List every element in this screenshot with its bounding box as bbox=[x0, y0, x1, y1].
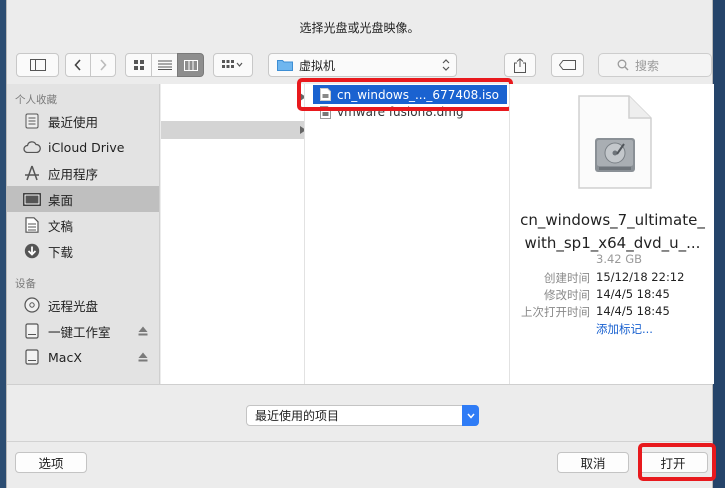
location-label: 虚拟机 bbox=[299, 58, 336, 73]
modified-value: 14/4/5 18:45 bbox=[596, 287, 670, 301]
sidebar-item-icloud[interactable]: iCloud Drive bbox=[7, 134, 159, 160]
divider bbox=[7, 384, 712, 385]
forward-button[interactable] bbox=[90, 53, 116, 77]
search-icon bbox=[617, 59, 629, 71]
created-label: 创建时间 bbox=[544, 271, 590, 285]
tag-icon bbox=[559, 60, 576, 70]
share-icon bbox=[514, 57, 526, 73]
list-view-button[interactable] bbox=[151, 53, 178, 77]
cloud-icon bbox=[23, 141, 41, 153]
sidebar-section-favorites: 个人收藏 bbox=[15, 94, 57, 106]
last-opened-label: 上次打开时间 bbox=[521, 305, 590, 319]
file-type-popup[interactable]: 最近使用的项目 bbox=[246, 405, 479, 426]
list-item[interactable] bbox=[161, 88, 304, 106]
sidebar-item-recents[interactable]: 最近使用 bbox=[7, 108, 159, 134]
folder-icon bbox=[277, 60, 293, 71]
sidebar-item-applications[interactable]: 应用程序 bbox=[7, 160, 159, 186]
open-file-dialog: 选择光盘或光盘映像。 虚拟机 搜索 个人收藏 最近使用 iCloud Drive… bbox=[6, 0, 716, 488]
location-popup[interactable]: 虚拟机 bbox=[268, 53, 457, 77]
sidebar-item-desktop[interactable]: 桌面 bbox=[7, 186, 159, 212]
download-icon bbox=[24, 243, 40, 259]
grid-icon bbox=[133, 60, 144, 70]
last-opened-value: 14/4/5 18:45 bbox=[596, 304, 670, 318]
sidebar-item-label: 下载 bbox=[48, 244, 74, 260]
chevron-down-icon bbox=[466, 413, 475, 419]
sidebar-item-downloads[interactable]: 下载 bbox=[7, 238, 159, 264]
disc-icon bbox=[24, 297, 40, 313]
recents-icon bbox=[25, 113, 39, 129]
back-button[interactable] bbox=[65, 53, 91, 77]
popup-stepper bbox=[462, 405, 479, 426]
column-view-button[interactable] bbox=[177, 53, 204, 77]
preview-pane: cn_windows_7_ultimate_ with_sp1_x64_dvd_… bbox=[509, 84, 714, 384]
options-button[interactable]: 选项 bbox=[15, 452, 87, 473]
file-type-label: 最近使用的项目 bbox=[255, 409, 340, 423]
tag-button[interactable] bbox=[551, 53, 584, 77]
chevron-left-icon bbox=[74, 59, 81, 71]
sidebar-toggle-button[interactable] bbox=[16, 53, 59, 77]
modified-label: 修改时间 bbox=[544, 288, 590, 302]
sidebar-item-label: MacX bbox=[48, 349, 82, 365]
sidebar-item-label: 一键工作室 bbox=[48, 324, 111, 340]
add-tags-link[interactable]: 添加标记... bbox=[596, 321, 653, 337]
disk-image-preview-icon bbox=[578, 95, 652, 189]
group-icon bbox=[222, 60, 243, 68]
icon-view-button[interactable] bbox=[125, 53, 152, 77]
sidebar-item-studio-drive[interactable]: 一键工作室 bbox=[7, 318, 159, 344]
drive-icon bbox=[25, 323, 39, 339]
cancel-button[interactable]: 取消 bbox=[557, 452, 629, 473]
search-placeholder: 搜索 bbox=[635, 58, 660, 73]
sidebar-item-macx[interactable]: MacX bbox=[7, 344, 159, 370]
dialog-title: 选择光盘或光盘映像。 bbox=[299, 21, 420, 35]
sidebar-item-label: 最近使用 bbox=[48, 114, 99, 130]
divider bbox=[7, 441, 712, 442]
sidebar-item-label: 应用程序 bbox=[48, 166, 99, 182]
drive-icon bbox=[25, 349, 39, 365]
preview-file-name-line2: with_sp1_x64_dvd_u_... bbox=[524, 234, 701, 252]
list-icon bbox=[157, 60, 172, 70]
applications-icon bbox=[25, 165, 39, 181]
sidebar: 个人收藏 最近使用 iCloud Drive 应用程序 桌面 文稿 下载 设备 bbox=[7, 84, 160, 384]
sidebar-section-devices: 设备 bbox=[15, 278, 36, 290]
documents-icon bbox=[25, 217, 39, 233]
eject-icon[interactable] bbox=[138, 326, 148, 336]
sidebar-item-label: 桌面 bbox=[48, 192, 74, 208]
sidebar-item-remote-disc[interactable]: 远程光盘 bbox=[7, 292, 159, 318]
list-item[interactable] bbox=[161, 121, 306, 139]
preview-file-name-line1: cn_windows_7_ultimate_ bbox=[520, 211, 705, 229]
desktop-icon bbox=[23, 192, 41, 206]
share-button[interactable] bbox=[504, 53, 536, 77]
highlight-box-open-button bbox=[638, 443, 716, 481]
group-by-button[interactable] bbox=[213, 53, 253, 77]
created-value: 15/12/18 22:12 bbox=[596, 270, 685, 284]
preview-file-size: 3.42 GB bbox=[596, 252, 643, 266]
browser-column-parent bbox=[161, 84, 306, 384]
browser-column-files: cn_windows_..._677408.iso vmware fusion8… bbox=[304, 84, 509, 384]
sidebar-item-label: 文稿 bbox=[48, 218, 74, 234]
sidebar-item-documents[interactable]: 文稿 bbox=[7, 212, 159, 238]
highlight-box-selected-file bbox=[297, 78, 513, 111]
sidebar-icon bbox=[29, 59, 46, 71]
chevron-updown-icon bbox=[442, 59, 450, 71]
sidebar-item-label: 远程光盘 bbox=[48, 298, 99, 314]
sidebar-item-label: iCloud Drive bbox=[48, 139, 125, 155]
columns-icon bbox=[183, 59, 198, 71]
search-field[interactable]: 搜索 bbox=[598, 53, 712, 77]
eject-icon[interactable] bbox=[138, 352, 148, 362]
chevron-right-icon bbox=[100, 59, 107, 71]
